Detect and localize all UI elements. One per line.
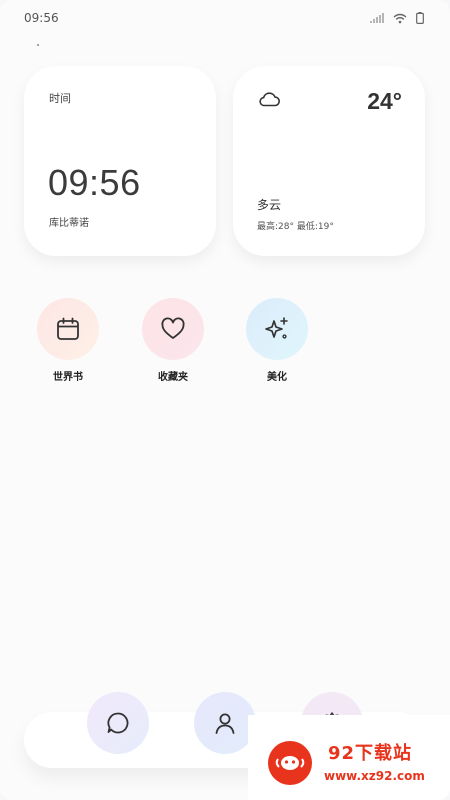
shortcut-favorites-label: 收藏夹: [158, 372, 188, 383]
shortcut-favorites-circle[interactable]: [142, 298, 204, 360]
shortcut-beautify-circle[interactable]: [246, 298, 308, 360]
signal-icon: [370, 13, 384, 23]
shortcut-favorites[interactable]: 收藏夹: [141, 298, 205, 383]
wifi-icon: [393, 13, 407, 23]
dock-chat-button[interactable]: [87, 692, 149, 754]
weather-range: 最高:28° 最低:19°: [257, 222, 334, 232]
shortcut-beautify[interactable]: 美化: [245, 298, 309, 383]
sparkles-icon: [265, 317, 288, 339]
battery-icon: [416, 12, 424, 24]
shortcut-worldbook[interactable]: 世界书: [36, 298, 100, 383]
time-widget-label: 时间: [49, 92, 71, 105]
watermark-logo-icon: [268, 741, 312, 785]
weather-condition: 多云: [257, 198, 282, 212]
time-widget-clock: 09:56: [48, 162, 141, 203]
watermark-url: www.xz92.com: [324, 769, 425, 783]
cloud-icon: [259, 92, 280, 107]
calendar-icon: [57, 317, 79, 340]
watermark-banner: 92下载站 www.xz92.com: [248, 715, 450, 800]
watermark-title: 92下载站: [328, 743, 413, 764]
status-time: 09:56: [24, 11, 59, 25]
shortcut-beautify-label: 美化: [267, 372, 287, 383]
heart-icon: [161, 317, 185, 339]
chat-bubble-icon: [107, 712, 129, 734]
phone-screen: 09:56 时间 09:56 库比蒂诺 24° 多云 最高:28° 最低:19°…: [0, 0, 450, 800]
weather-widget[interactable]: 24° 多云 最高:28° 最低:19°: [233, 66, 425, 256]
status-bar: 09:56: [0, 0, 450, 38]
decorative-dot: [37, 44, 39, 46]
shortcut-worldbook-label: 世界书: [53, 372, 83, 383]
status-icons: [370, 12, 424, 24]
dock-profile-button[interactable]: [194, 692, 256, 754]
time-widget[interactable]: 时间 09:56 库比蒂诺: [24, 66, 216, 256]
weather-temperature: 24°: [367, 88, 402, 114]
user-icon: [215, 713, 235, 734]
shortcut-worldbook-circle[interactable]: [37, 298, 99, 360]
time-widget-location: 库比蒂诺: [49, 218, 89, 229]
